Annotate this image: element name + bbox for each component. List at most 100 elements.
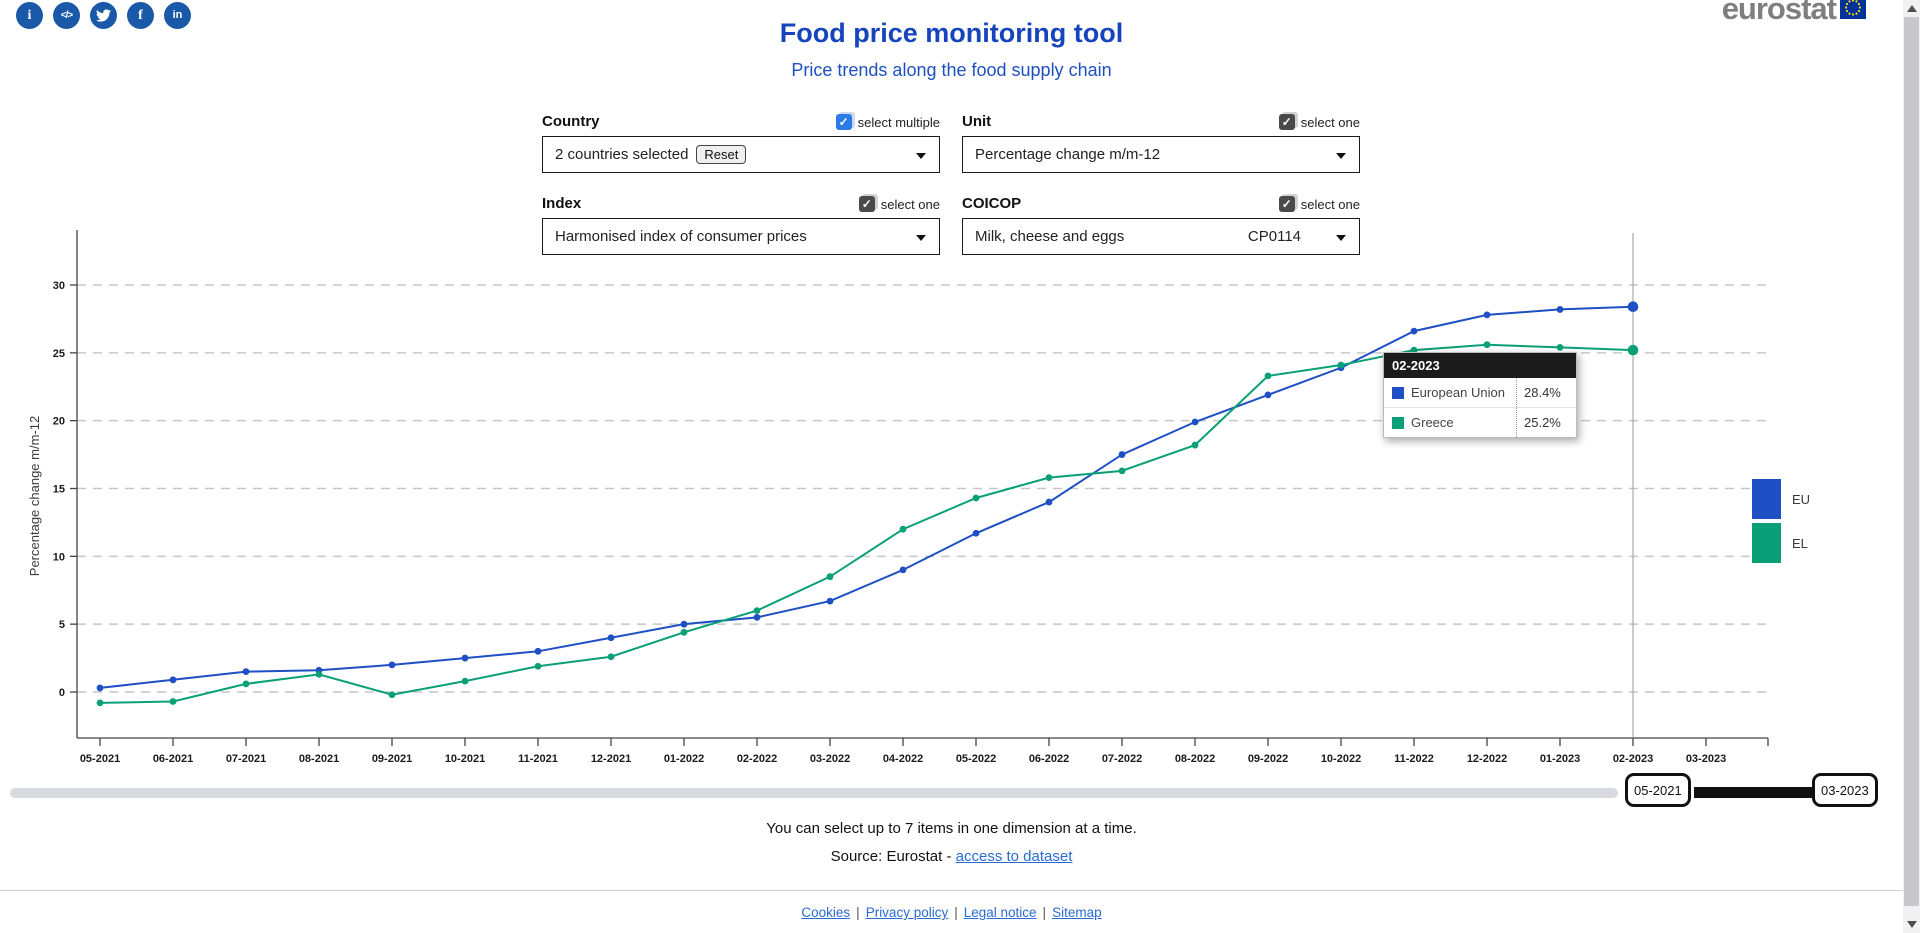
- svg-text:10: 10: [53, 551, 65, 563]
- unit-select[interactable]: Percentage change m/m-12: [962, 136, 1360, 173]
- scroll-down-icon[interactable]: [1907, 921, 1917, 928]
- country-select-value: 2 countries selected: [555, 146, 688, 163]
- data-point[interactable]: [243, 680, 250, 687]
- tooltip-value: 28.4%: [1516, 378, 1576, 407]
- data-point[interactable]: [754, 614, 761, 621]
- data-point[interactable]: [1557, 306, 1564, 313]
- cookies-link[interactable]: Cookies: [801, 905, 850, 920]
- data-point[interactable]: [1628, 301, 1639, 312]
- data-point[interactable]: [1557, 344, 1564, 351]
- data-point[interactable]: [1265, 391, 1272, 398]
- dataset-link[interactable]: access to dataset: [956, 848, 1073, 865]
- data-point[interactable]: [1338, 364, 1345, 371]
- vertical-scrollbar[interactable]: [1903, 0, 1920, 933]
- data-point[interactable]: [389, 661, 396, 668]
- data-point[interactable]: [754, 607, 761, 614]
- data-point[interactable]: [1119, 451, 1126, 458]
- data-point[interactable]: [827, 598, 834, 605]
- legend-item-el[interactable]: EL: [1752, 523, 1810, 563]
- svg-text:12-2021: 12-2021: [591, 753, 631, 765]
- data-point[interactable]: [1338, 362, 1345, 369]
- data-point[interactable]: [1411, 328, 1418, 335]
- index-select[interactable]: Harmonised index of consumer prices: [542, 218, 940, 255]
- time-slider-start-handle[interactable]: 05-2021: [1625, 773, 1691, 807]
- svg-text:09-2022: 09-2022: [1248, 753, 1288, 765]
- selection-note: You can select up to 7 items in one dime…: [0, 820, 1903, 837]
- legend-item-eu[interactable]: EU: [1752, 479, 1810, 519]
- data-point[interactable]: [681, 629, 688, 636]
- svg-text:11-2022: 11-2022: [1394, 753, 1434, 765]
- scroll-up-icon[interactable]: [1907, 5, 1917, 12]
- data-point[interactable]: [97, 699, 104, 706]
- data-point[interactable]: [97, 685, 104, 692]
- select-one-label: select one: [1301, 197, 1360, 212]
- data-point[interactable]: [389, 691, 396, 698]
- data-point[interactable]: [1192, 442, 1199, 449]
- privacy-policy-link[interactable]: Privacy policy: [866, 905, 949, 920]
- page-subtitle: Price trends along the food supply chain: [0, 60, 1903, 81]
- time-slider-track[interactable]: [10, 788, 1618, 798]
- data-point[interactable]: [608, 634, 615, 641]
- svg-text:08-2021: 08-2021: [299, 753, 339, 765]
- data-point[interactable]: [1046, 474, 1053, 481]
- index-label: Index: [542, 195, 581, 212]
- y-axis-title: Percentage change m/m-12: [27, 416, 42, 576]
- data-point[interactable]: [1628, 345, 1639, 356]
- unit-mode: ✓ select one: [1279, 114, 1360, 130]
- data-point[interactable]: [243, 668, 250, 675]
- data-point[interactable]: [1192, 419, 1199, 426]
- data-point[interactable]: [535, 648, 542, 655]
- data-point[interactable]: [1265, 372, 1272, 379]
- data-point[interactable]: [681, 621, 688, 628]
- svg-text:06-2022: 06-2022: [1029, 753, 1069, 765]
- data-point[interactable]: [973, 495, 980, 502]
- data-point[interactable]: [170, 698, 177, 705]
- data-point[interactable]: [827, 573, 834, 580]
- data-point[interactable]: [1119, 467, 1126, 474]
- el-tooltip-swatch: [1392, 417, 1404, 429]
- select-multiple-checkbox[interactable]: ✓: [836, 114, 852, 130]
- eu-flag-icon: [1840, 0, 1866, 19]
- legal-notice-link[interactable]: Legal notice: [964, 905, 1037, 920]
- coicop-select[interactable]: Milk, cheese and eggs CP0114: [962, 218, 1360, 255]
- chevron-down-icon: [916, 235, 926, 241]
- data-point[interactable]: [462, 678, 469, 685]
- chart-axes: [77, 230, 1768, 746]
- country-select[interactable]: 2 countries selected Reset: [542, 136, 940, 173]
- select-one-checkbox[interactable]: ✓: [859, 196, 875, 212]
- select-one-checkbox[interactable]: ✓: [1279, 196, 1295, 212]
- tooltip-value: 25.2%: [1516, 408, 1576, 437]
- chevron-down-icon: [1336, 153, 1346, 159]
- coicop-code: CP0114: [1248, 228, 1301, 245]
- data-point[interactable]: [900, 566, 907, 573]
- select-one-checkbox[interactable]: ✓: [1279, 114, 1295, 130]
- footer-links: Cookies|Privacy policy|Legal notice|Site…: [0, 905, 1903, 920]
- data-point[interactable]: [608, 653, 615, 660]
- time-slider-selected-range[interactable]: [1694, 787, 1816, 798]
- svg-text:09-2021: 09-2021: [372, 753, 412, 765]
- index-mode: ✓ select one: [859, 196, 940, 212]
- data-point[interactable]: [316, 667, 323, 674]
- data-point[interactable]: [1046, 499, 1053, 506]
- data-point[interactable]: [535, 663, 542, 670]
- data-point[interactable]: [973, 530, 980, 537]
- chart-legend: EU EL: [1752, 479, 1810, 567]
- svg-text:08-2022: 08-2022: [1175, 753, 1215, 765]
- data-point[interactable]: [1484, 311, 1491, 318]
- sitemap-link[interactable]: Sitemap: [1052, 905, 1102, 920]
- svg-text:05-2022: 05-2022: [956, 753, 996, 765]
- data-point[interactable]: [170, 676, 177, 683]
- scrollbar-thumb[interactable]: [1904, 17, 1919, 906]
- data-point[interactable]: [1484, 341, 1491, 348]
- svg-text:01-2022: 01-2022: [664, 753, 704, 765]
- country-label: Country: [542, 113, 600, 130]
- page-title: Food price monitoring tool: [0, 18, 1903, 49]
- el-legend-swatch: [1752, 523, 1781, 563]
- tooltip-label: Greece: [1411, 415, 1516, 430]
- data-point[interactable]: [316, 671, 323, 678]
- country-reset-button[interactable]: Reset: [696, 145, 746, 164]
- data-point[interactable]: [462, 655, 469, 662]
- data-point[interactable]: [900, 526, 907, 533]
- time-slider-end-handle[interactable]: 03-2023: [1812, 773, 1878, 807]
- tooltip-title: 02-2023: [1384, 353, 1576, 378]
